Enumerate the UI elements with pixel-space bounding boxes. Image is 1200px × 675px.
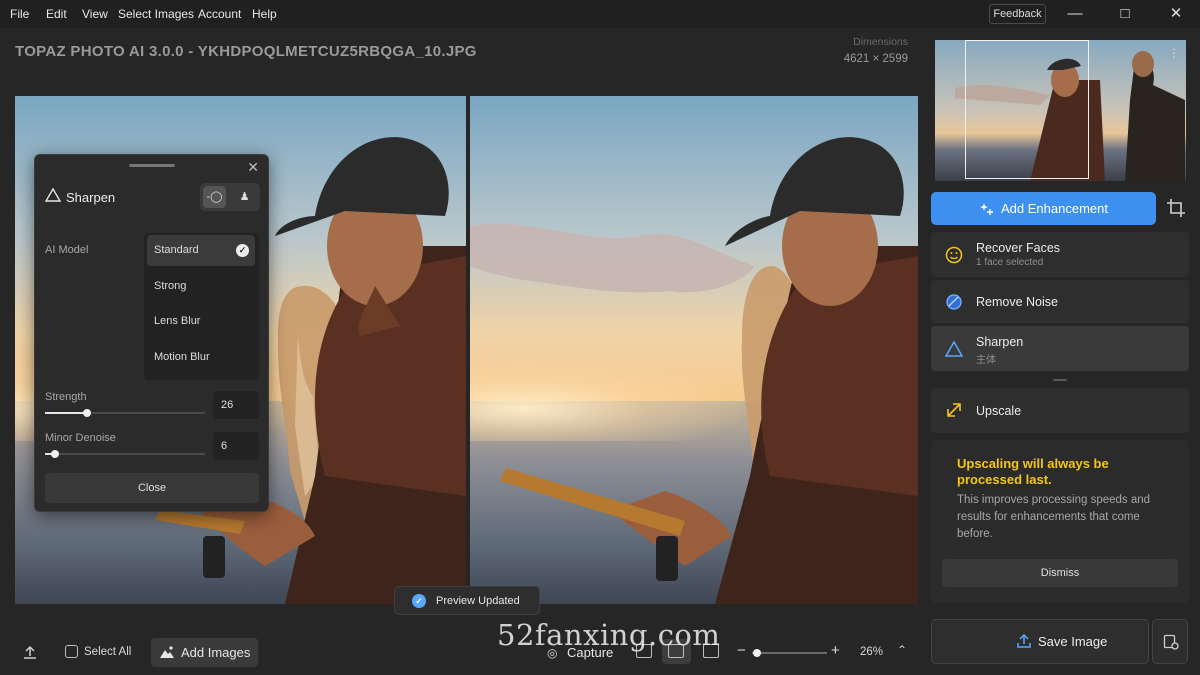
check-circle-icon: ✓ (412, 594, 426, 608)
zoom-out-icon[interactable]: − (737, 642, 746, 659)
navigator-thumbnail[interactable]: ⋮ (935, 40, 1186, 181)
enhancement-recover-faces[interactable]: Recover Faces 1 face selected (931, 232, 1189, 277)
add-images-button[interactable]: Add Images (151, 638, 258, 667)
more-options-icon[interactable]: ⋮ (1168, 46, 1180, 60)
preview-enhanced-image[interactable] (470, 96, 918, 604)
toast-text: Preview Updated (436, 595, 520, 607)
minor-denoise-label: Minor Denoise (45, 432, 116, 444)
model-option-standard[interactable]: Standard ✓ (147, 235, 255, 266)
minor-denoise-slider[interactable] (45, 450, 205, 458)
mode-toggle: -◯ ♟ (200, 183, 260, 211)
menu-account[interactable]: Account (198, 7, 241, 21)
enhancement-remove-noise[interactable]: Remove Noise (931, 280, 1189, 323)
export-settings-icon (1163, 634, 1179, 650)
model-option-strong[interactable]: Strong (147, 271, 255, 302)
select-all-checkbox[interactable] (65, 645, 78, 658)
add-enhancement-label: Add Enhancement (1001, 201, 1108, 216)
dismiss-button[interactable]: Dismiss (942, 559, 1178, 587)
bottom-toolbar: Select All Add Images ◎ Capture − + 26% … (0, 630, 925, 675)
strength-label: Strength (45, 391, 87, 403)
triangle-icon (45, 187, 61, 202)
upscale-info-card: Upscaling will always be processed last.… (931, 440, 1189, 603)
save-image-button[interactable]: Save Image (931, 619, 1149, 664)
maximize-icon[interactable]: □ (1111, 4, 1139, 24)
zoom-level[interactable]: 26% (860, 646, 883, 658)
menu-view[interactable]: View (82, 7, 108, 21)
slider-mode-icon[interactable]: -◯ (203, 186, 226, 208)
strength-value-field[interactable]: 26 (213, 391, 259, 419)
menu-bar: File Edit View Select Images Account Hel… (0, 0, 1200, 28)
feedback-button[interactable]: Feedback (989, 4, 1046, 24)
enhancement-subtitle: 主体 (976, 355, 996, 366)
menu-help[interactable]: Help (252, 7, 277, 21)
zoom-slider[interactable] (752, 648, 827, 657)
file-title: TOPAZ PHOTO AI 3.0.0 - YKHDPOQLMETCUZ5RB… (15, 43, 477, 60)
upload-icon[interactable] (22, 644, 38, 660)
strength-fill (45, 412, 87, 414)
enhancement-title: Upscale (976, 404, 1022, 418)
note-body: This improves processing speeds and resu… (957, 494, 1151, 540)
add-images-label: Add Images (181, 645, 251, 660)
model-option-lens-blur[interactable]: Lens Blur (147, 306, 255, 337)
crop-icon[interactable] (1165, 197, 1187, 219)
add-enhancement-button[interactable]: Add Enhancement (931, 192, 1156, 225)
select-all-label[interactable]: Select All (84, 646, 131, 658)
drag-handle[interactable] (129, 164, 175, 167)
enhancement-subtitle: 1 face selected (976, 257, 1044, 268)
ai-model-label: AI Model (45, 244, 89, 256)
dimensions-label: Dimensions (853, 36, 908, 48)
export-arrow-icon (1017, 633, 1031, 648)
triangle-icon (945, 340, 963, 357)
strength-thumb[interactable] (82, 409, 91, 417)
menu-select-images[interactable]: Select Images (118, 7, 194, 21)
zoom-thumb[interactable] (753, 648, 762, 657)
minor-denoise-value-field[interactable]: 6 (213, 432, 259, 460)
viewport-frame[interactable] (965, 40, 1089, 179)
strength-slider[interactable] (45, 409, 205, 417)
sharpen-settings-panel: ✕ Sharpen -◯ ♟ AI Model Standard ✓ Stron… (34, 154, 269, 512)
enhancement-title: Sharpen (976, 335, 1024, 349)
model-label: Standard (154, 244, 199, 256)
upscale-arrow-icon (947, 403, 961, 417)
note-title: Upscaling will always be processed last. (957, 456, 1109, 487)
subject-mode-icon[interactable]: ♟ (233, 186, 256, 208)
reorder-handle[interactable] (1053, 379, 1067, 381)
noise-icon (946, 294, 962, 310)
panel-title: Sharpen (66, 190, 116, 205)
image-icon (160, 646, 174, 658)
enhancement-title: Remove Noise (976, 295, 1058, 309)
zoom-in-icon[interactable]: + (831, 642, 840, 659)
minimize-icon[interactable]: — (1061, 4, 1089, 24)
ai-model-list: Standard ✓ Strong Lens Blur Motion Blur (144, 233, 259, 380)
close-icon[interactable]: ✕ (247, 159, 259, 176)
model-option-motion-blur[interactable]: Motion Blur (147, 342, 255, 373)
enhancement-sharpen[interactable]: Sharpen 主体 (931, 326, 1189, 371)
save-image-label: Save Image (1038, 634, 1108, 649)
sparkle-plus-icon (980, 203, 993, 215)
close-button[interactable]: Close (45, 473, 259, 503)
preview-updated-toast: ✓ Preview Updated (394, 586, 540, 615)
enhancement-upscale[interactable]: Upscale (931, 388, 1189, 433)
dimensions-value: 4621 × 2599 (843, 53, 908, 65)
enhancement-title: Recover Faces (976, 241, 1061, 255)
watermark: 52fanxing.com (497, 618, 721, 652)
export-settings-button[interactable] (1152, 619, 1188, 664)
menu-edit[interactable]: Edit (46, 7, 67, 21)
close-window-icon[interactable]: ✕ (1162, 4, 1190, 24)
smile-icon (945, 246, 963, 264)
menu-file[interactable]: File (10, 7, 29, 21)
check-icon: ✓ (236, 244, 249, 257)
minor-denoise-thumb[interactable] (50, 450, 59, 458)
chevron-up-icon[interactable]: ⌃ (897, 643, 907, 657)
